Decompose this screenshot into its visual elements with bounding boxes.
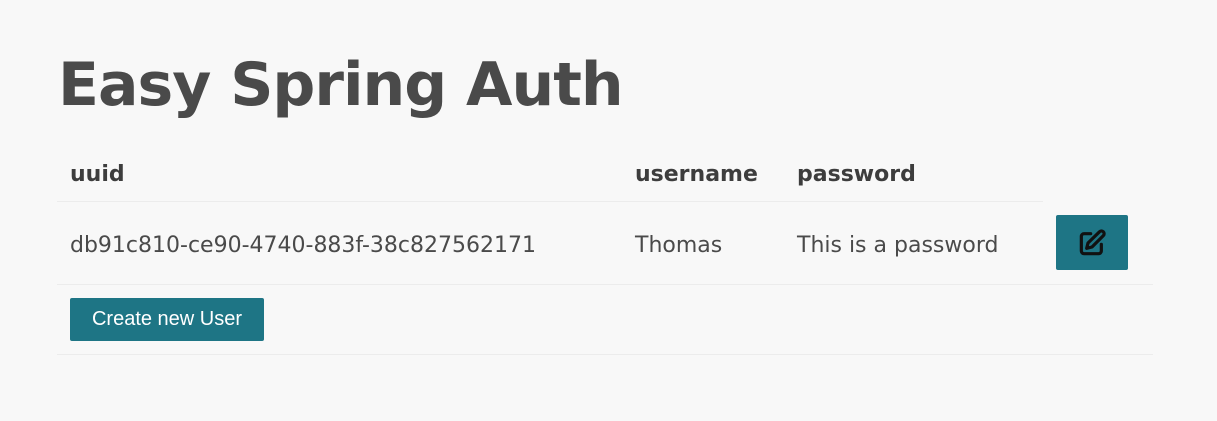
header-divider	[57, 201, 1043, 202]
users-table: uuid username password db91c810-ce90-474…	[57, 149, 1153, 355]
column-header-password: password	[797, 162, 916, 187]
username-cell: Thomas	[635, 233, 723, 258]
page-title: Easy Spring Auth	[58, 50, 624, 120]
edit-user-button[interactable]	[1056, 215, 1128, 270]
column-header-uuid: uuid	[70, 162, 125, 187]
edit-icon	[1079, 228, 1106, 255]
row-divider	[57, 284, 1153, 285]
password-cell: This is a password	[797, 233, 999, 258]
page: Easy Spring Auth uuid username password …	[0, 0, 1217, 421]
create-user-button[interactable]: Create new User	[70, 298, 264, 341]
column-header-username: username	[635, 162, 758, 187]
uuid-cell: db91c810-ce90-4740-883f-38c827562171	[70, 233, 536, 258]
footer-divider	[57, 354, 1153, 355]
